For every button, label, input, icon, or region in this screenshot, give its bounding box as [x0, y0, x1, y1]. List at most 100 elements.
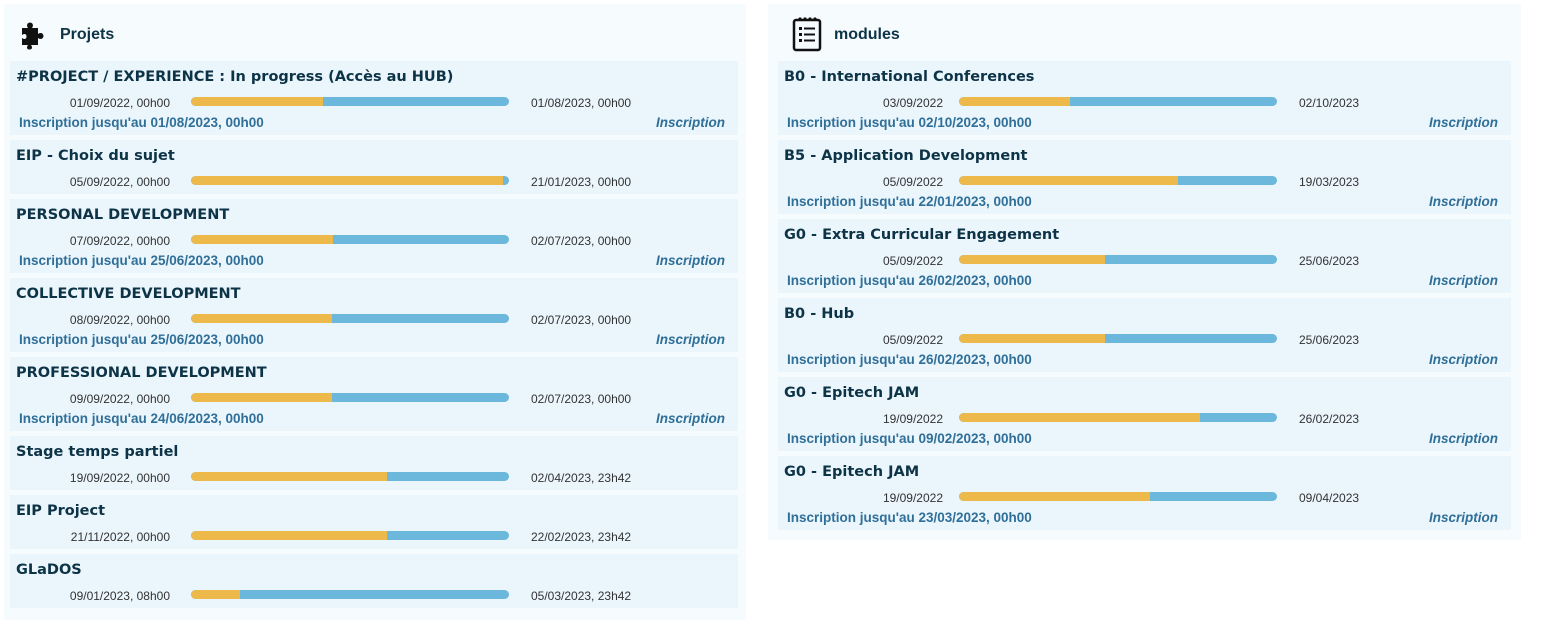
- inscription-link[interactable]: Inscription: [1429, 115, 1498, 130]
- inscription-deadline: Inscription jusqu'au 25/06/2023, 00h00: [19, 332, 264, 347]
- progress-bar-fill: [191, 590, 240, 599]
- project-row[interactable]: PROFESSIONAL DEVELOPMENT 09/09/2022, 00h0…: [10, 357, 738, 431]
- progress-bar: [959, 97, 1277, 106]
- start-date: 21/11/2022, 00h00: [70, 530, 170, 544]
- project-row[interactable]: EIP Project 21/11/2022, 00h00 22/02/2023, …: [10, 495, 738, 549]
- progress-bar-fill: [191, 472, 387, 481]
- progress-bar-fill: [959, 334, 1106, 343]
- project-row[interactable]: GLaDOS 09/01/2023, 08h00 05/03/2023, 23h42: [10, 554, 738, 608]
- project-title[interactable]: #PROJECT / EXPERIENCE : In progress (Acc…: [16, 69, 453, 85]
- progress-bar: [959, 176, 1277, 185]
- checklist-icon: [792, 16, 824, 52]
- start-date: 09/09/2022, 00h00: [69, 392, 170, 406]
- end-date: 21/01/2023, 00h00: [531, 175, 632, 189]
- inscription-link[interactable]: Inscription: [656, 332, 725, 347]
- projets-header: Projets: [4, 4, 746, 60]
- module-row[interactable]: G0 - Epitech JAM 19/09/2022 26/02/2023 Insc…: [778, 377, 1511, 451]
- end-date: 19/03/2023: [1299, 175, 1360, 189]
- inscription-link[interactable]: Inscription: [656, 115, 725, 130]
- progress-bar: [191, 472, 509, 481]
- inscription-deadline: Inscription jusqu'au 26/02/2023, 00h00: [787, 273, 1032, 288]
- project-row[interactable]: Stage temps partiel 19/09/2022, 00h00 02/0…: [10, 436, 738, 490]
- module-row[interactable]: G0 - Extra Curricular Engagement 05/09/20…: [778, 219, 1511, 293]
- end-date: 25/06/2023: [1299, 333, 1360, 347]
- start-date: 07/09/2022, 00h00: [69, 234, 170, 248]
- projets-list: #PROJECT / EXPERIENCE : In progress (Acc…: [10, 61, 738, 613]
- end-date: 02/07/2023, 00h00: [531, 234, 632, 248]
- inscription-deadline: Inscription jusqu'au 26/02/2023, 00h00: [787, 352, 1032, 367]
- progress-bar: [959, 255, 1277, 264]
- puzzle-icon: [18, 18, 50, 50]
- inscription-link[interactable]: Inscription: [1429, 194, 1498, 209]
- progress-bar: [959, 413, 1277, 422]
- progress-bar-fill: [959, 176, 1179, 185]
- end-date: 02/07/2023, 00h00: [531, 392, 632, 406]
- progress-bar: [191, 393, 509, 402]
- progress-bar: [191, 531, 509, 540]
- progress-bar-fill: [191, 531, 387, 540]
- module-title[interactable]: B0 - International Conferences: [784, 69, 1034, 85]
- inscription-deadline: Inscription jusqu'au 01/08/2023, 00h00: [19, 115, 264, 130]
- inscription-link[interactable]: Inscription: [1429, 510, 1498, 525]
- start-date: 19/09/2022: [882, 491, 943, 505]
- module-title[interactable]: G0 - Epitech JAM: [784, 385, 919, 401]
- start-date: 09/01/2023, 08h00: [69, 589, 170, 603]
- inscription-link[interactable]: Inscription: [1429, 352, 1498, 367]
- projets-title: Projets: [60, 26, 115, 43]
- end-date: 02/07/2023, 00h00: [531, 313, 632, 327]
- modules-header: modules: [768, 4, 1521, 60]
- progress-bar: [959, 492, 1277, 501]
- module-title[interactable]: G0 - Epitech JAM: [784, 464, 919, 480]
- start-date: 05/09/2022: [882, 175, 943, 189]
- inscription-link[interactable]: Inscription: [1429, 431, 1498, 446]
- progress-bar-fill: [191, 97, 323, 106]
- start-date: 05/09/2022: [882, 333, 943, 347]
- progress-bar: [959, 334, 1277, 343]
- start-date: 19/09/2022: [882, 412, 943, 426]
- progress-bar-fill: [959, 97, 1070, 106]
- inscription-deadline: Inscription jusqu'au 09/02/2023, 00h00: [787, 431, 1032, 446]
- project-row[interactable]: PERSONAL DEVELOPMENT 07/09/2022, 00h00 02/…: [10, 199, 738, 273]
- inscription-link[interactable]: Inscription: [656, 253, 725, 268]
- project-title[interactable]: GLaDOS: [16, 562, 82, 578]
- progress-bar-fill: [959, 255, 1106, 264]
- start-date: 19/09/2022, 00h00: [69, 471, 170, 485]
- modules-list: B0 - International Conferences 03/09/2022…: [778, 61, 1511, 535]
- inscription-deadline: Inscription jusqu'au 22/01/2023, 00h00: [787, 194, 1032, 209]
- module-row[interactable]: B0 - Hub 05/09/2022 25/06/2023 Inscription …: [778, 298, 1511, 372]
- modules-title: modules: [834, 26, 900, 43]
- project-title[interactable]: COLLECTIVE DEVELOPMENT: [16, 286, 241, 302]
- inscription-deadline: Inscription jusqu'au 23/03/2023, 00h00: [787, 510, 1032, 525]
- project-title[interactable]: PROFESSIONAL DEVELOPMENT: [16, 365, 267, 381]
- project-row[interactable]: EIP - Choix du sujet 05/09/2022, 00h00 21/…: [10, 140, 738, 194]
- module-title[interactable]: B0 - Hub: [784, 306, 854, 322]
- module-title[interactable]: G0 - Extra Curricular Engagement: [784, 227, 1059, 243]
- end-date: 25/06/2023: [1299, 254, 1360, 268]
- project-title[interactable]: PERSONAL DEVELOPMENT: [16, 207, 229, 223]
- module-title[interactable]: B5 - Application Development: [784, 148, 1027, 164]
- progress-bar-fill: [191, 235, 334, 244]
- project-row[interactable]: COLLECTIVE DEVELOPMENT 08/09/2022, 00h00 0…: [10, 278, 738, 352]
- start-date: 08/09/2022, 00h00: [69, 313, 170, 327]
- module-row[interactable]: G0 - Epitech JAM 19/09/2022 09/04/2023 Insc…: [778, 456, 1511, 530]
- project-title[interactable]: EIP - Choix du sujet: [16, 148, 175, 164]
- project-title[interactable]: EIP Project: [16, 503, 105, 519]
- project-row[interactable]: #PROJECT / EXPERIENCE : In progress (Acc…: [10, 61, 738, 135]
- inscription-link[interactable]: Inscription: [656, 411, 725, 426]
- inscription-deadline: Inscription jusqu'au 25/06/2023, 00h00: [19, 253, 264, 268]
- progress-bar-fill: [191, 393, 332, 402]
- start-date: 03/09/2022: [882, 96, 943, 110]
- progress-bar-fill: [191, 176, 503, 185]
- end-date: 26/02/2023: [1299, 412, 1360, 426]
- module-row[interactable]: B0 - International Conferences 03/09/2022…: [778, 61, 1511, 135]
- project-title[interactable]: Stage temps partiel: [16, 444, 178, 460]
- end-date: 02/04/2023, 23h42: [531, 471, 632, 485]
- start-date: 05/09/2022, 00h00: [69, 175, 170, 189]
- inscription-link[interactable]: Inscription: [1429, 273, 1498, 288]
- progress-bar: [191, 590, 509, 599]
- inscription-deadline: Inscription jusqu'au 02/10/2023, 00h00: [787, 115, 1032, 130]
- module-row[interactable]: B5 - Application Development 05/09/2022 19…: [778, 140, 1511, 214]
- end-date: 05/03/2023, 23h42: [531, 589, 632, 603]
- start-date: 01/09/2022, 00h00: [69, 96, 170, 110]
- progress-bar-fill: [959, 413, 1200, 422]
